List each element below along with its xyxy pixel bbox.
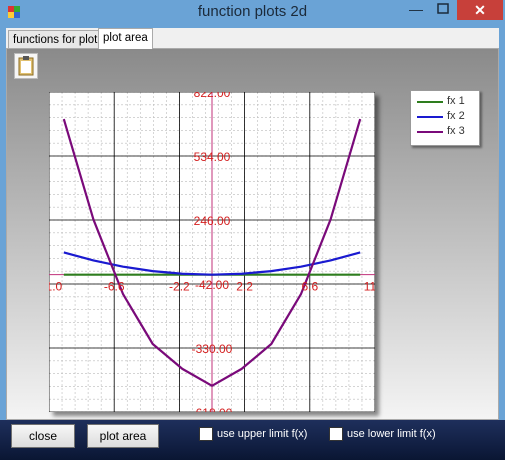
close-window-button[interactable]: ✕ xyxy=(457,0,503,20)
plot-canvas[interactable]: 822.00 534.00 246.00 -42.00 -330.00 -618.00 -1… xyxy=(49,92,375,412)
legend-swatch xyxy=(417,101,443,103)
y-tick-label: 246.00 xyxy=(194,214,231,228)
tab-functions-for-plot[interactable]: functions for plot xyxy=(8,30,103,49)
main-window: function plots 2d — ✕ functions for plot… xyxy=(0,0,505,460)
x-tick-label: 11.0 xyxy=(364,280,375,294)
maximize-button[interactable] xyxy=(430,0,456,20)
y-tick-label: 822.00 xyxy=(194,92,231,100)
x-tick-label: 6.6 xyxy=(301,280,318,294)
legend-label: fx 2 xyxy=(447,110,465,122)
clipboard-icon xyxy=(18,56,34,76)
legend-swatch xyxy=(417,116,443,118)
bottom-bar xyxy=(0,420,505,460)
client-area: functions for plot plot area 822.00 534.0… xyxy=(6,28,499,420)
copy-clipboard-button[interactable] xyxy=(14,53,38,79)
maximize-icon xyxy=(437,3,449,14)
lower-limit-label: use lower limit f(x) xyxy=(347,428,436,440)
legend-swatch xyxy=(417,131,443,133)
x-tick-label: -2.2 xyxy=(169,280,190,294)
upper-limit-checkbox[interactable] xyxy=(199,427,213,441)
upper-limit-label: use upper limit f(x) xyxy=(217,428,308,440)
x-tick-label: -6.6 xyxy=(104,280,125,294)
function-plot-chart: 822.00 534.00 246.00 -42.00 -330.00 -618.00 -1… xyxy=(49,92,375,412)
tab-plot-area[interactable]: plot area xyxy=(98,28,153,49)
minimize-button[interactable]: — xyxy=(403,0,429,20)
y-tick-label: -42.00 xyxy=(195,278,229,292)
lower-limit-checkbox[interactable] xyxy=(329,427,343,441)
y-tick-label: -618.00 xyxy=(192,406,233,412)
y-tick-label: 534.00 xyxy=(194,150,231,164)
title-bar[interactable]: function plots 2d — ✕ xyxy=(0,0,505,24)
legend-label: fx 3 xyxy=(447,125,465,137)
chart-legend: fx 1 fx 2 fx 3 xyxy=(410,90,480,146)
x-tick-label: -11.0 xyxy=(49,280,63,294)
legend-label: fx 1 xyxy=(447,95,465,107)
y-tick-label: -330.00 xyxy=(192,342,233,356)
x-tick-label: 2.2 xyxy=(236,280,253,294)
plot-area-button[interactable]: plot area xyxy=(87,424,159,448)
close-button[interactable]: close xyxy=(11,424,75,448)
